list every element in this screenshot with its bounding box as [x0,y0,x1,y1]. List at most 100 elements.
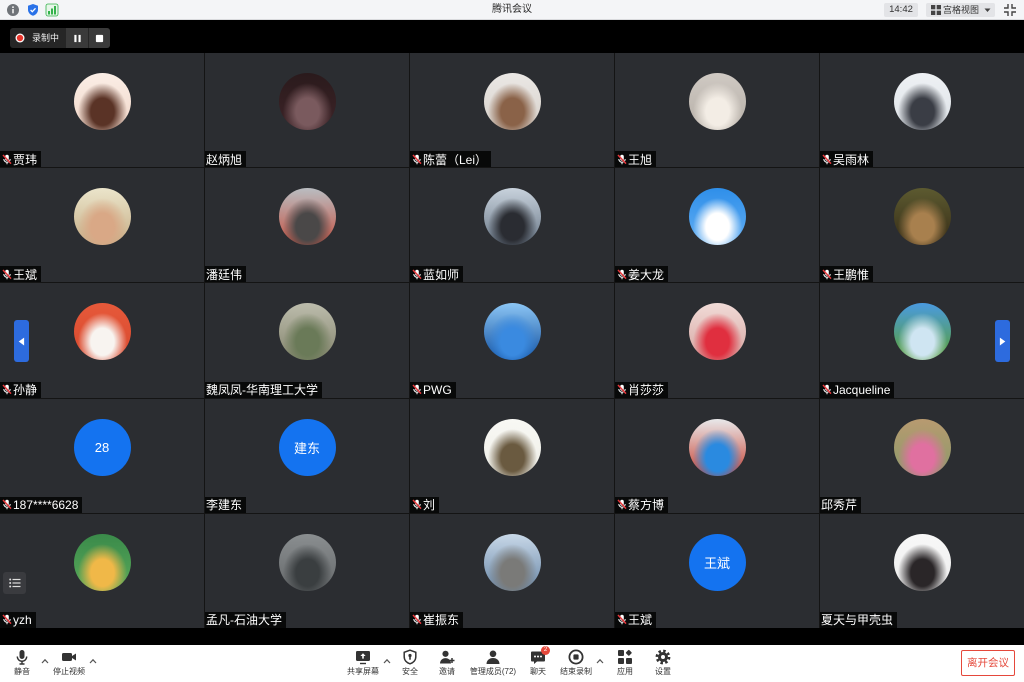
avatar-text: 王斌 [703,555,730,571]
participant-tile[interactable]: 吴雨林 [820,53,1024,168]
participant-tile[interactable]: 王斌 [0,168,204,283]
mute-button[interactable]: 静音 [2,645,42,682]
participant-name: 蓝如师 [423,267,460,282]
caret-down-icon [984,8,991,12]
participant-name-label: 187****6628 [0,496,83,513]
participant-tile[interactable]: 潘廷伟 [205,168,409,283]
recording-bar: 录制中 [0,20,1024,53]
participant-name: 孟凡-石油大学 [206,613,282,628]
participant-tile[interactable]: 邱秀芹 [820,398,1024,513]
chevron-up-icon [89,658,97,664]
stop-video-label: 停止视频 [53,667,85,676]
participant-name-label: yzh [0,611,36,628]
participant-tile[interactable]: 刘 [410,398,614,513]
members-icon [486,650,500,664]
avatar-text: 28 [94,439,110,455]
chevron-left-icon [18,337,25,345]
grid-view-icon [931,5,941,15]
avatar [278,188,336,246]
mute-label: 静音 [14,667,30,676]
avatar [483,73,541,130]
participant-name: 贾玮 [13,152,38,167]
leave-meeting-button[interactable]: 离开会议 [961,650,1015,676]
avatar [483,418,541,476]
manage-members-button[interactable]: 管理成员(72) [465,645,521,682]
settings-button[interactable]: 设置 [647,645,679,682]
participant-name-label: 夏天与甲壳虫 [820,611,898,628]
participant-tile[interactable]: 赵炳旭 [205,53,409,168]
stop-recording-button[interactable] [88,28,110,48]
participant-tile[interactable]: 王鹏惟 [820,168,1024,283]
participant-grid: 贾玮 赵炳旭 陈蕾（Lei） 王旭 吴雨林王斌 潘廷伟 蓝如师 姜大龙 王鹏惟孙静 魏凤凤-华南理… [0,53,1024,628]
participant-tile[interactable]: yzh [0,513,204,628]
participant-tile[interactable]: 蔡方博 [615,398,819,513]
participant-tile[interactable]: 崔振东 [410,513,614,628]
security-button[interactable]: 安全 [394,645,426,682]
avatar [483,303,541,361]
chat-unread-badge: 2 [541,646,550,655]
participant-name-label: 陈蕾（Lei） [410,151,492,168]
participant-tile[interactable]: 陈蕾（Lei） [410,53,614,168]
mic-muted-icon [412,154,422,164]
avatar [893,188,951,246]
app-title: 腾讯会议 [492,4,532,15]
participant-tile[interactable]: 魏凤凤-华南理工大学 [205,283,409,398]
pause-recording-button[interactable] [66,28,88,48]
participant-tile[interactable]: 王旭 [615,53,819,168]
participant-name: Jacqueline [833,382,891,397]
participant-name-label: 赵炳旭 [205,151,247,168]
participant-name-label: 王旭 [615,151,657,168]
member-list-toggle[interactable] [3,572,26,594]
participant-name: 王旭 [628,152,653,167]
avatar [278,303,336,361]
chat-button[interactable]: 2 聊天 [522,645,554,682]
participant-name: 赵炳旭 [206,152,243,167]
avatar [73,533,131,591]
info-icon[interactable] [6,3,20,17]
view-mode-dropdown[interactable]: 宫格视图 [926,3,995,17]
previous-page-button[interactable] [14,320,29,362]
participant-name: 邱秀芹 [821,498,858,513]
avatar [688,188,746,246]
participant-tile[interactable]: 肖莎莎 [615,283,819,398]
stop-video-button[interactable]: 停止视频 [47,645,91,682]
apps-icon [618,649,632,664]
participant-name: 王斌 [13,267,38,282]
participant-tile[interactable]: 孟凡-石油大学 [205,513,409,628]
participant-tile[interactable]: Jacqueline [820,283,1024,398]
end-recording-button[interactable]: 结束录制 [556,645,596,682]
mic-muted-icon [412,384,422,395]
video-options-button[interactable] [89,658,97,664]
participant-tile[interactable]: PWG [410,283,614,398]
participant-tile[interactable]: 姜大龙 [615,168,819,283]
participant-tile[interactable]: 建东 李建东 [205,398,409,513]
share-screen-label: 共享屏幕 [347,667,379,676]
manage-members-label: 管理成员(72) [469,667,517,676]
participant-tile[interactable]: 贾玮 [0,53,204,168]
participant-tile[interactable]: 夏天与甲壳虫 [820,513,1024,628]
share-options-button[interactable] [383,658,391,664]
mic-muted-icon [617,269,627,280]
list-icon [8,578,20,588]
apps-button[interactable]: 应用 [609,645,641,682]
signal-icon[interactable] [45,3,59,17]
participant-tile[interactable]: 王斌 王斌 [615,513,819,628]
participant-tile[interactable]: 孙静 [0,283,204,398]
next-page-button[interactable] [995,320,1010,362]
exit-fullscreen-icon[interactable] [1003,3,1017,17]
recording-options-button[interactable] [596,658,604,664]
participant-tile[interactable]: 蓝如师 [410,168,614,283]
participant-name: 王斌 [628,613,653,628]
participant-name-label: 蓝如师 [410,266,464,283]
invite-button[interactable]: 邀请 [431,645,463,682]
apps-label: 应用 [617,667,633,676]
participant-name-label: 姜大龙 [615,266,669,283]
participant-name: 姜大龙 [628,267,665,282]
participant-tile[interactable]: 28 187****6628 [0,398,204,513]
chevron-up-icon [383,658,391,664]
share-screen-button[interactable]: 共享屏幕 [341,645,385,682]
shield-icon[interactable] [26,3,40,17]
stop-icon [95,34,104,42]
view-mode-label: 宫格视图 [943,5,980,15]
mic-muted-icon [617,499,627,510]
